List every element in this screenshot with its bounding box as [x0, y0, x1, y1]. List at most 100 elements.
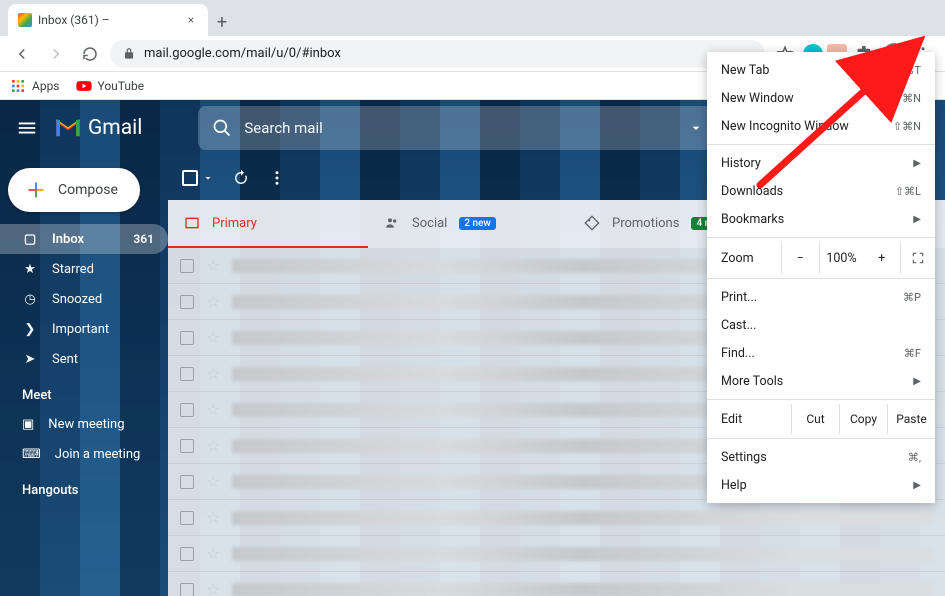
plus-icon [26, 180, 46, 200]
compose-label: Compose [58, 182, 118, 198]
folder-snoozed[interactable]: ◷Snoozed [0, 284, 168, 314]
message-row[interactable]: ☆ [168, 500, 945, 536]
row-star-icon[interactable]: ☆ [206, 544, 220, 563]
row-star-icon[interactable]: ☆ [206, 472, 220, 491]
chevron-right-icon: ▶ [913, 214, 921, 225]
row-star-icon[interactable]: ☆ [206, 580, 220, 596]
chevron-down-icon[interactable] [202, 172, 214, 184]
folder-inbox[interactable]: ▢Inbox361 [0, 224, 168, 254]
gmail-brand-text: Gmail [88, 116, 142, 140]
row-star-icon[interactable]: ☆ [206, 508, 220, 527]
row-star-icon[interactable]: ☆ [206, 400, 220, 419]
menu-more-tools[interactable]: More Tools▶ [707, 367, 935, 395]
chrome-menu: New Tab⌘T New Window⌘N New Incognito Win… [707, 52, 935, 503]
edit-paste-button[interactable]: Paste [887, 404, 935, 434]
video-icon: ▣ [22, 417, 34, 432]
edit-cut-button[interactable]: Cut [791, 404, 839, 434]
tab-primary[interactable]: Primary [168, 200, 368, 248]
row-star-icon[interactable]: ☆ [206, 364, 220, 383]
menu-downloads[interactable]: Downloads⇧⌘L [707, 177, 935, 205]
menu-find[interactable]: Find...⌘F [707, 339, 935, 367]
more-icon[interactable] [268, 169, 286, 187]
search-icon [212, 118, 232, 138]
promotions-icon [584, 215, 600, 231]
join-meeting-button[interactable]: ⌨Join a meeting [0, 439, 168, 469]
reload-button[interactable] [76, 40, 104, 68]
inbox-icon: ▢ [22, 232, 38, 247]
compose-button[interactable]: Compose [8, 168, 140, 212]
row-checkbox[interactable] [180, 475, 194, 489]
chevron-right-icon: ▶ [913, 376, 921, 387]
row-checkbox[interactable] [180, 439, 194, 453]
menu-incognito[interactable]: New Incognito Window⇧⌘N [707, 112, 935, 140]
menu-history[interactable]: History▶ [707, 149, 935, 177]
chevron-right-icon: ▶ [913, 480, 921, 491]
gmail-m-icon [54, 117, 82, 139]
address-bar[interactable]: mail.google.com/mail/u/0/#inbox [110, 40, 765, 68]
row-star-icon[interactable]: ☆ [206, 292, 220, 311]
search-options-icon[interactable] [688, 120, 704, 136]
row-checkbox[interactable] [180, 367, 194, 381]
social-icon [384, 215, 400, 231]
youtube-icon [76, 78, 92, 94]
meet-heading: Meet [0, 374, 168, 409]
row-checkbox[interactable] [180, 583, 194, 596]
row-checkbox[interactable] [180, 259, 194, 273]
menu-help[interactable]: Help▶ [707, 471, 935, 499]
new-tab-button[interactable]: + [208, 8, 236, 36]
back-button[interactable] [8, 40, 36, 68]
folder-sent[interactable]: ➤Sent [0, 344, 168, 374]
select-all-checkbox[interactable] [182, 170, 198, 186]
message-row[interactable]: ☆ [168, 536, 945, 572]
row-star-icon[interactable]: ☆ [206, 436, 220, 455]
edit-copy-button[interactable]: Copy [839, 404, 887, 434]
close-icon[interactable]: × [184, 13, 198, 27]
browser-tab-active[interactable]: Inbox (361) – × [8, 4, 208, 36]
message-row[interactable]: ☆ [168, 572, 945, 596]
fullscreen-button[interactable] [901, 242, 935, 274]
url-text: mail.google.com/mail/u/0/#inbox [144, 46, 341, 61]
social-badge: 2 new [459, 217, 496, 230]
search-bar[interactable] [198, 106, 718, 150]
zoom-out-button[interactable]: − [782, 242, 820, 274]
row-checkbox[interactable] [180, 547, 194, 561]
zoom-value: 100% [820, 251, 864, 266]
row-checkbox[interactable] [180, 511, 194, 525]
folder-important[interactable]: ❯Important [0, 314, 168, 344]
row-star-icon[interactable]: ☆ [206, 256, 220, 275]
row-checkbox[interactable] [180, 403, 194, 417]
apps-bookmark[interactable]: Apps [10, 78, 60, 94]
menu-new-window[interactable]: New Window⌘N [707, 84, 935, 112]
menu-bookmarks[interactable]: Bookmarks▶ [707, 205, 935, 233]
hangouts-heading: Hangouts [0, 469, 168, 504]
tab-social[interactable]: Social 2 new [368, 200, 568, 248]
tab-title: Inbox (361) – [38, 13, 178, 27]
main-menu-icon[interactable] [16, 117, 38, 139]
menu-edit: Edit Cut Copy Paste [707, 404, 935, 434]
menu-print[interactable]: Print...⌘P [707, 283, 935, 311]
folder-list: ▢Inbox361 ★Starred ◷Snoozed ❯Important ➤… [0, 224, 168, 374]
folder-starred[interactable]: ★Starred [0, 254, 168, 284]
zoom-in-button[interactable]: + [863, 242, 901, 274]
refresh-icon[interactable] [232, 169, 250, 187]
gmail-logo[interactable]: Gmail [54, 116, 142, 140]
row-checkbox[interactable] [180, 295, 194, 309]
forward-button[interactable] [42, 40, 70, 68]
row-star-icon[interactable]: ☆ [206, 328, 220, 347]
clock-icon: ◷ [22, 292, 38, 307]
star-icon: ★ [22, 262, 38, 277]
menu-new-tab[interactable]: New Tab⌘T [707, 56, 935, 84]
search-input[interactable] [244, 119, 676, 137]
gmail-sidebar: Compose ▢Inbox361 ★Starred ◷Snoozed ❯Imp… [0, 156, 168, 596]
browser-tabstrip: Inbox (361) – × + [0, 0, 945, 36]
new-meeting-button[interactable]: ▣New meeting [0, 409, 168, 439]
menu-settings[interactable]: Settings⌘, [707, 443, 935, 471]
important-icon: ❯ [22, 322, 38, 337]
row-checkbox[interactable] [180, 331, 194, 345]
chevron-right-icon: ▶ [913, 158, 921, 169]
lock-icon [122, 47, 136, 61]
sent-icon: ➤ [22, 352, 38, 367]
youtube-bookmark[interactable]: YouTube [76, 78, 145, 94]
keyboard-icon: ⌨ [22, 447, 41, 462]
menu-cast[interactable]: Cast... [707, 311, 935, 339]
